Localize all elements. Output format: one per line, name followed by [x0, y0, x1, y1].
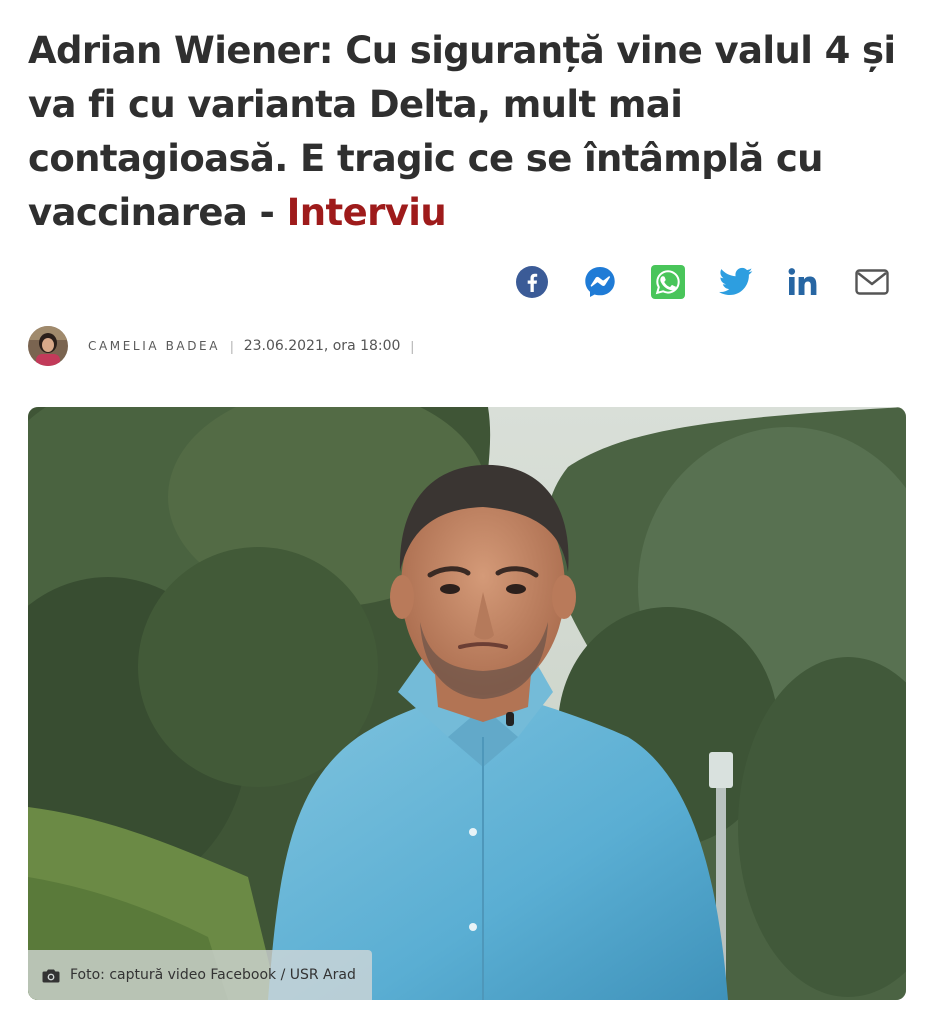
- article: Adrian Wiener: Cu siguranță vine valul 4…: [28, 0, 906, 1024]
- photo-caption: Foto: captură video Facebook / USR Arad: [28, 950, 372, 1000]
- messenger-icon: [585, 267, 615, 297]
- share-linkedin-button[interactable]: [770, 258, 838, 306]
- whatsapp-icon: [651, 265, 685, 299]
- email-icon: [855, 269, 889, 295]
- author-name[interactable]: Camelia Badea: [88, 339, 220, 353]
- twitter-icon: [719, 267, 753, 296]
- article-title: Adrian Wiener: Cu siguranță vine valul 4…: [28, 24, 906, 240]
- share-facebook-button[interactable]: [498, 258, 566, 306]
- share-twitter-button[interactable]: [702, 258, 770, 306]
- share-messenger-button[interactable]: [566, 258, 634, 306]
- camera-icon: [42, 968, 60, 983]
- facebook-icon: [516, 266, 548, 298]
- publish-date: 23.06.2021, ora 18:00: [243, 338, 401, 354]
- byline: Camelia Badea | 23.06.2021, ora 18:00 |: [28, 325, 424, 367]
- hero-image[interactable]: Foto: captură video Facebook / USR Arad: [28, 407, 906, 1000]
- byline-separator-end: |: [410, 338, 415, 354]
- share-email-button[interactable]: [838, 258, 906, 306]
- share-bar: [498, 258, 906, 306]
- share-whatsapp-button[interactable]: [634, 258, 702, 306]
- article-title-text: Adrian Wiener: Cu siguranță vine valul 4…: [28, 29, 896, 234]
- author-avatar[interactable]: [28, 326, 68, 366]
- linkedin-icon: [788, 268, 817, 295]
- hero-photo: [28, 407, 906, 1000]
- byline-separator: |: [230, 338, 234, 354]
- photo-caption-text: Foto: captură video Facebook / USR Arad: [70, 967, 356, 983]
- article-title-tag[interactable]: Interviu: [287, 191, 447, 234]
